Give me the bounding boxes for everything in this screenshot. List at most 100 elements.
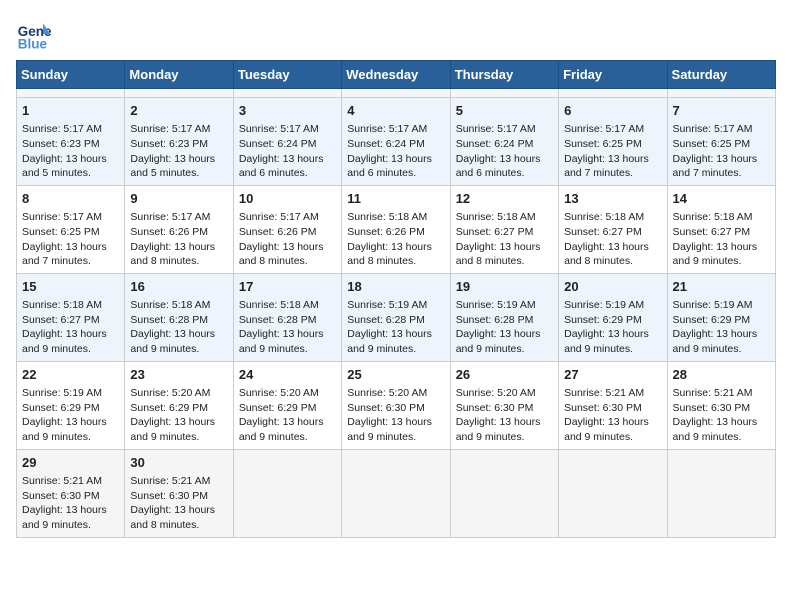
calendar-cell: 9Sunrise: 5:17 AMSunset: 6:26 PMDaylight… [125,185,233,273]
calendar-header-row: SundayMondayTuesdayWednesdayThursdayFrid… [17,61,776,89]
daylight-text: Daylight: 13 hours and 7 minutes. [673,153,758,180]
daylight-text: Daylight: 13 hours and 9 minutes. [130,416,215,443]
sunrise-text: Sunrise: 5:17 AM [130,123,210,135]
calendar-row-0 [17,89,776,98]
calendar-cell [342,449,450,537]
daylight-text: Daylight: 13 hours and 8 minutes. [239,241,324,268]
day-number: 15 [22,278,119,296]
daylight-text: Daylight: 13 hours and 6 minutes. [347,153,432,180]
sunrise-text: Sunrise: 5:18 AM [22,299,102,311]
day-number: 2 [130,102,227,120]
sunset-text: Sunset: 6:28 PM [239,314,317,326]
daylight-text: Daylight: 13 hours and 9 minutes. [22,504,107,531]
sunset-text: Sunset: 6:24 PM [239,138,317,150]
daylight-text: Daylight: 13 hours and 8 minutes. [456,241,541,268]
daylight-text: Daylight: 13 hours and 5 minutes. [22,153,107,180]
calendar-cell: 29 Sunrise: 5:21 AM Sunset: 6:30 PM Dayligh… [17,449,125,537]
sunset-text: Sunset: 6:29 PM [673,314,751,326]
daylight-text: Daylight: 13 hours and 9 minutes. [22,416,107,443]
sunset-text: Sunset: 6:29 PM [239,402,317,414]
col-header-thursday: Thursday [450,61,558,89]
day-number: 23 [130,366,227,384]
calendar-cell: 2Sunrise: 5:17 AMSunset: 6:23 PMDaylight… [125,98,233,186]
daylight-text: Daylight: 13 hours and 9 minutes. [347,416,432,443]
calendar-cell: 19Sunrise: 5:19 AMSunset: 6:28 PMDayligh… [450,273,558,361]
day-number: 5 [456,102,553,120]
daylight-text: Daylight: 13 hours and 9 minutes. [456,416,541,443]
calendar-cell: 3Sunrise: 5:17 AMSunset: 6:24 PMDaylight… [233,98,341,186]
day-number: 11 [347,190,444,208]
sunset-text: Sunset: 6:30 PM [456,402,534,414]
sunrise-text: Sunrise: 5:21 AM [22,475,102,487]
col-header-tuesday: Tuesday [233,61,341,89]
calendar-cell: 17Sunrise: 5:18 AMSunset: 6:28 PMDayligh… [233,273,341,361]
calendar-row-5: 29 Sunrise: 5:21 AM Sunset: 6:30 PM Dayligh… [17,449,776,537]
daylight-text: Daylight: 13 hours and 9 minutes. [673,416,758,443]
calendar-cell: 14Sunrise: 5:18 AMSunset: 6:27 PMDayligh… [667,185,775,273]
calendar-cell: 23 Sunrise: 5:20 AM Sunset: 6:29 PM Dayligh… [125,361,233,449]
sunset-text: Sunset: 6:24 PM [347,138,425,150]
sunrise-text: Sunrise: 5:18 AM [239,299,319,311]
daylight-text: Daylight: 13 hours and 9 minutes. [673,241,758,268]
calendar-cell: 5Sunrise: 5:17 AMSunset: 6:24 PMDaylight… [450,98,558,186]
calendar-cell: 13Sunrise: 5:18 AMSunset: 6:27 PMDayligh… [559,185,667,273]
calendar-cell: 24Sunrise: 5:20 AMSunset: 6:29 PMDayligh… [233,361,341,449]
sunrise-text: Sunrise: 5:20 AM [347,387,427,399]
sunrise-text: Sunrise: 5:21 AM [673,387,753,399]
day-number: 25 [347,366,444,384]
calendar-cell [233,449,341,537]
sunrise-text: Sunrise: 5:19 AM [22,387,102,399]
day-number: 9 [130,190,227,208]
daylight-text: Daylight: 13 hours and 8 minutes. [130,504,215,531]
day-number: 16 [130,278,227,296]
sunset-text: Sunset: 6:23 PM [130,138,208,150]
calendar-cell: 25 Sunrise: 5:20 AM Sunset: 6:30 PM Dayligh… [342,361,450,449]
daylight-text: Daylight: 13 hours and 7 minutes. [564,153,649,180]
sunset-text: Sunset: 6:30 PM [673,402,751,414]
daylight-text: Daylight: 13 hours and 9 minutes. [456,328,541,355]
sunrise-text: Sunrise: 5:18 AM [130,299,210,311]
calendar-cell: 10Sunrise: 5:17 AMSunset: 6:26 PMDayligh… [233,185,341,273]
day-number: 10 [239,190,336,208]
sunset-text: Sunset: 6:29 PM [22,402,100,414]
calendar-cell: 6Sunrise: 5:17 AMSunset: 6:25 PMDaylight… [559,98,667,186]
page-header: General Blue [16,16,776,52]
sunset-text: Sunset: 6:29 PM [130,402,208,414]
calendar-cell [125,89,233,98]
sunset-text: Sunset: 6:27 PM [673,226,751,238]
sunset-text: Sunset: 6:30 PM [347,402,425,414]
sunset-text: Sunset: 6:27 PM [564,226,642,238]
logo: General Blue [16,16,56,52]
calendar-cell: 22Sunrise: 5:19 AMSunset: 6:29 PMDayligh… [17,361,125,449]
calendar-cell: 16Sunrise: 5:18 AMSunset: 6:28 PMDayligh… [125,273,233,361]
calendar-table: SundayMondayTuesdayWednesdayThursdayFrid… [16,60,776,538]
logo-icon: General Blue [16,16,52,52]
sunrise-text: Sunrise: 5:19 AM [673,299,753,311]
sunset-text: Sunset: 6:28 PM [456,314,534,326]
day-number: 13 [564,190,661,208]
daylight-text: Daylight: 13 hours and 9 minutes. [347,328,432,355]
sunrise-text: Sunrise: 5:21 AM [564,387,644,399]
calendar-cell: 11Sunrise: 5:18 AMSunset: 6:26 PMDayligh… [342,185,450,273]
sunrise-text: Sunrise: 5:20 AM [130,387,210,399]
sunrise-text: Sunrise: 5:17 AM [130,211,210,223]
day-number: 29 [22,454,119,472]
calendar-cell: 21Sunrise: 5:19 AMSunset: 6:29 PMDayligh… [667,273,775,361]
calendar-cell: 1Sunrise: 5:17 AMSunset: 6:23 PMDaylight… [17,98,125,186]
calendar-cell [667,449,775,537]
sunrise-text: Sunrise: 5:17 AM [456,123,536,135]
day-number: 18 [347,278,444,296]
calendar-cell: 4Sunrise: 5:17 AMSunset: 6:24 PMDaylight… [342,98,450,186]
sunrise-text: Sunrise: 5:18 AM [347,211,427,223]
daylight-text: Daylight: 13 hours and 6 minutes. [239,153,324,180]
daylight-text: Daylight: 13 hours and 8 minutes. [564,241,649,268]
calendar-cell: 28Sunrise: 5:21 AMSunset: 6:30 PMDayligh… [667,361,775,449]
sunset-text: Sunset: 6:30 PM [22,490,100,502]
col-header-saturday: Saturday [667,61,775,89]
col-header-sunday: Sunday [17,61,125,89]
daylight-text: Daylight: 13 hours and 7 minutes. [22,241,107,268]
day-number: 6 [564,102,661,120]
col-header-wednesday: Wednesday [342,61,450,89]
calendar-cell: 20Sunrise: 5:19 AMSunset: 6:29 PMDayligh… [559,273,667,361]
sunset-text: Sunset: 6:27 PM [456,226,534,238]
